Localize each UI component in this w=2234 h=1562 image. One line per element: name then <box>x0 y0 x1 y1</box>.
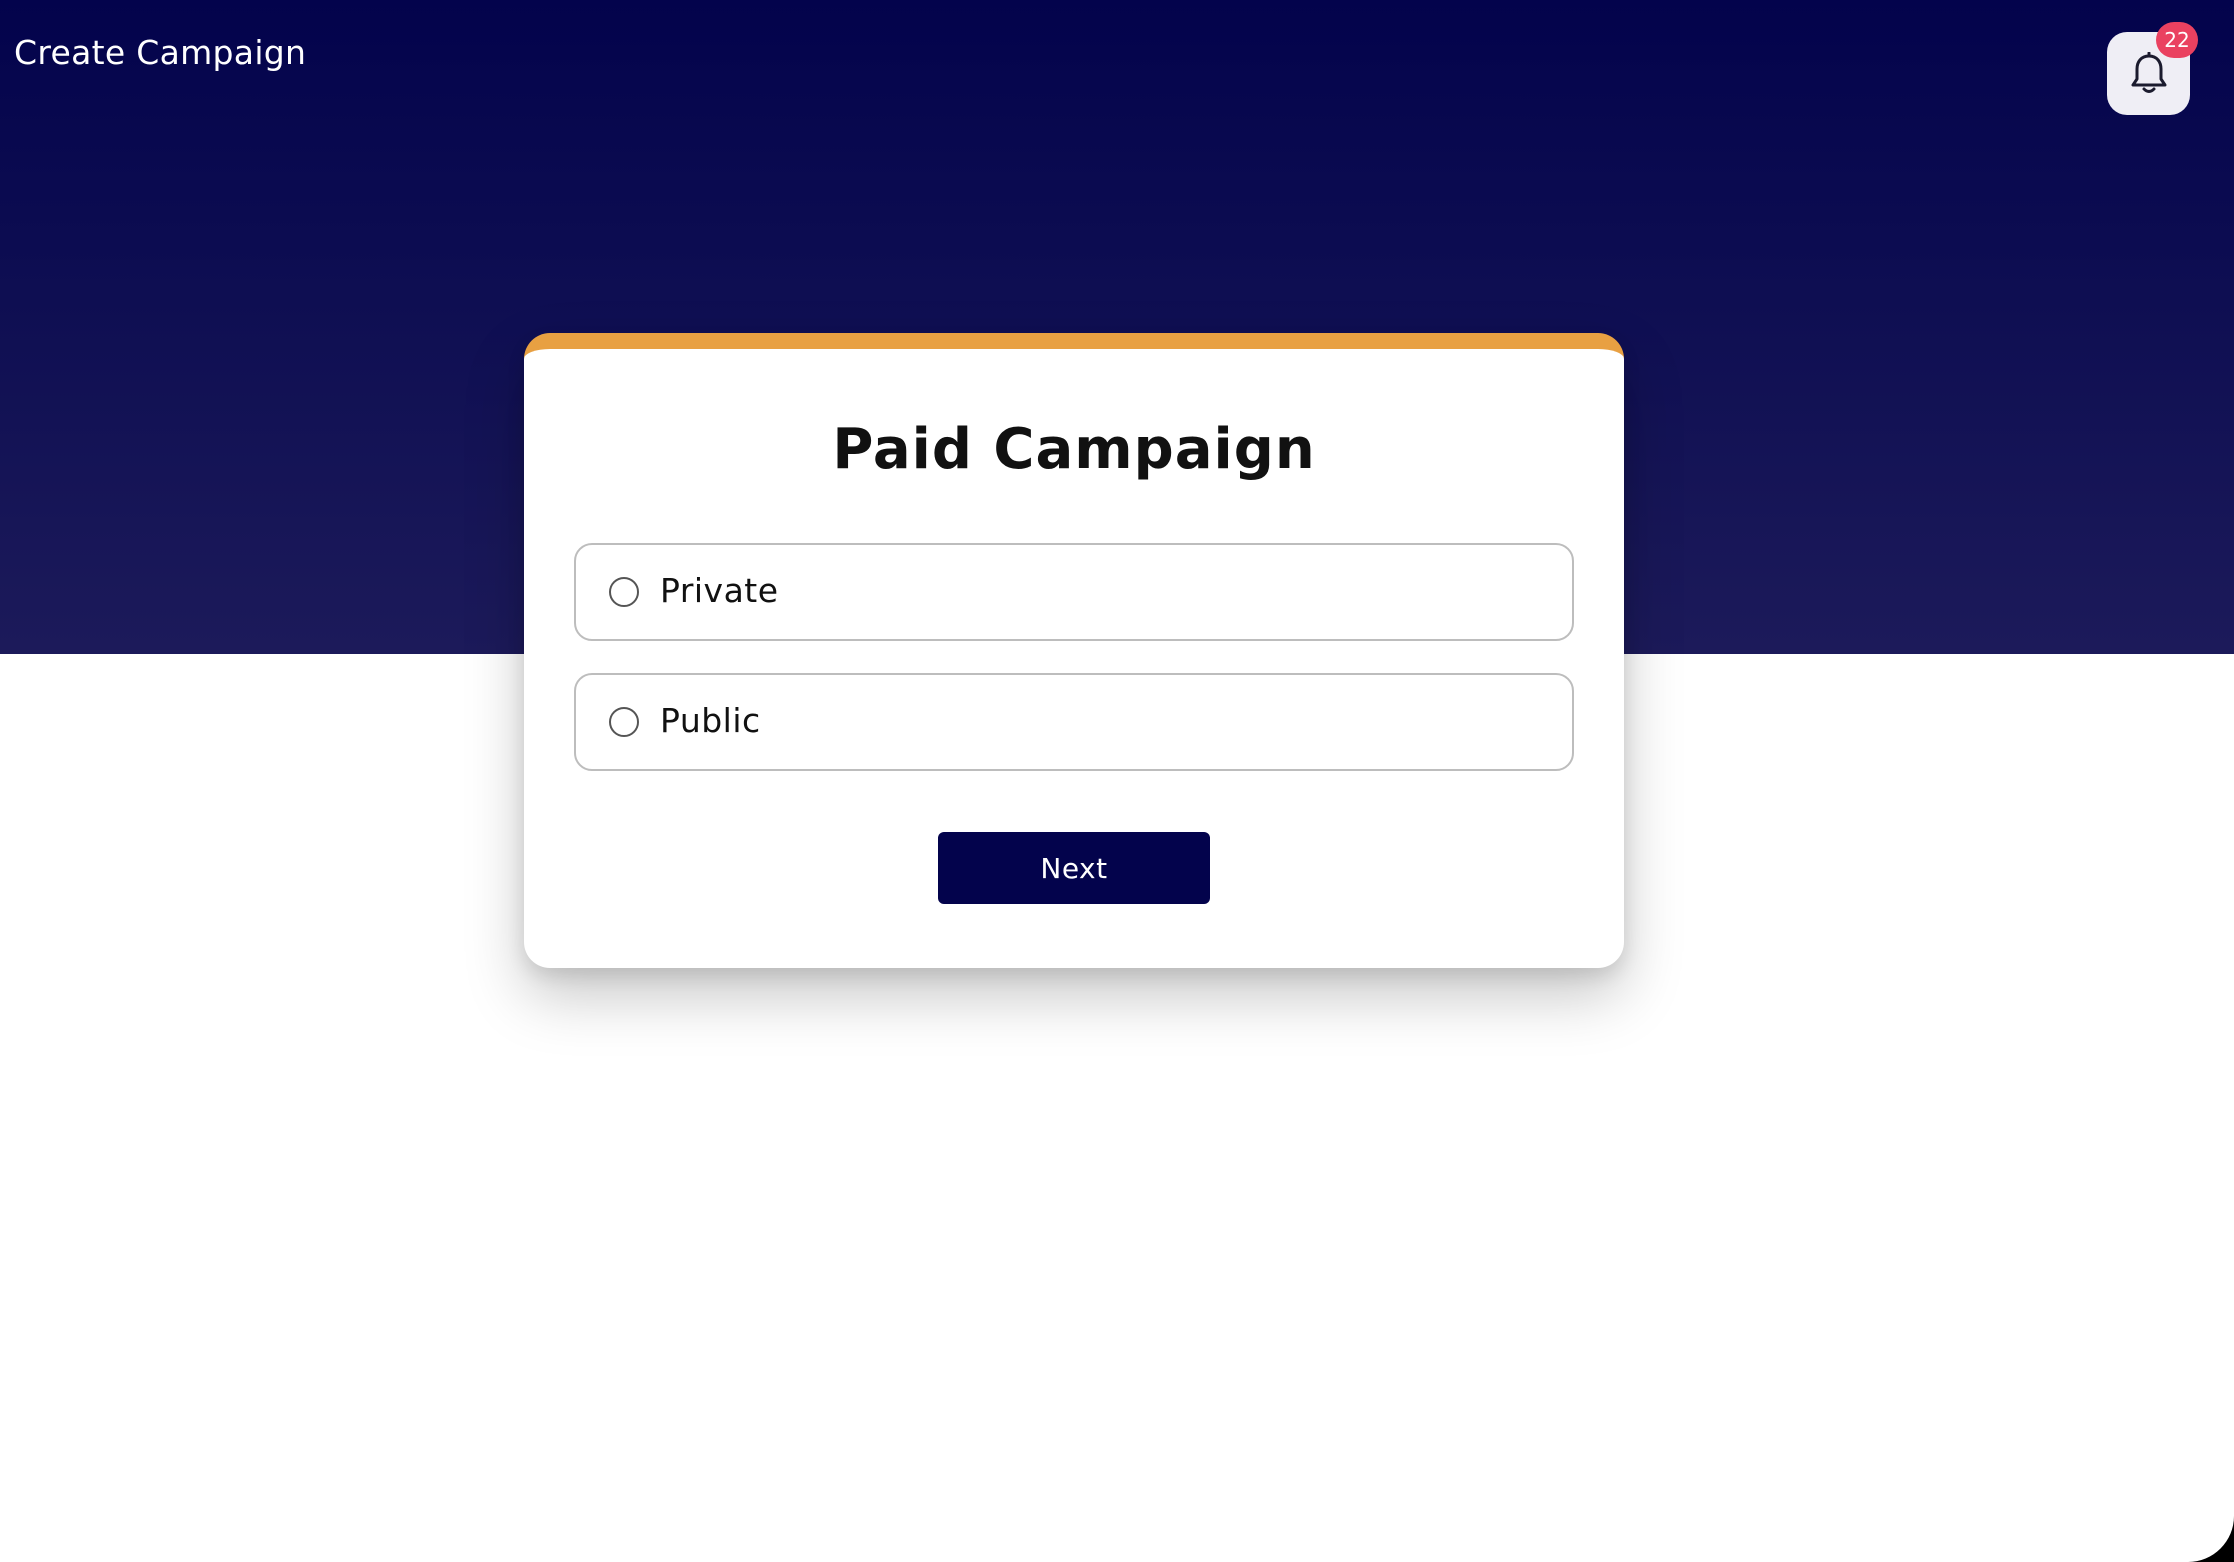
option-public[interactable]: Public <box>574 673 1574 771</box>
option-private-label: Private <box>660 571 779 610</box>
card-title: Paid Campaign <box>832 417 1316 482</box>
bell-icon <box>2131 52 2167 93</box>
notification-count-badge: 22 <box>2156 22 2198 58</box>
option-public-label: Public <box>660 701 761 740</box>
app-screen: Create Campaign 22 Paid Campaign Private… <box>0 0 2234 1562</box>
option-private[interactable]: Private <box>574 543 1574 641</box>
public-radio[interactable] <box>609 707 639 737</box>
page-title: Create Campaign <box>14 33 307 72</box>
campaign-type-card: Paid Campaign Private Public Next <box>524 333 1624 968</box>
private-radio[interactable] <box>609 577 639 607</box>
next-button[interactable]: Next <box>938 832 1210 904</box>
